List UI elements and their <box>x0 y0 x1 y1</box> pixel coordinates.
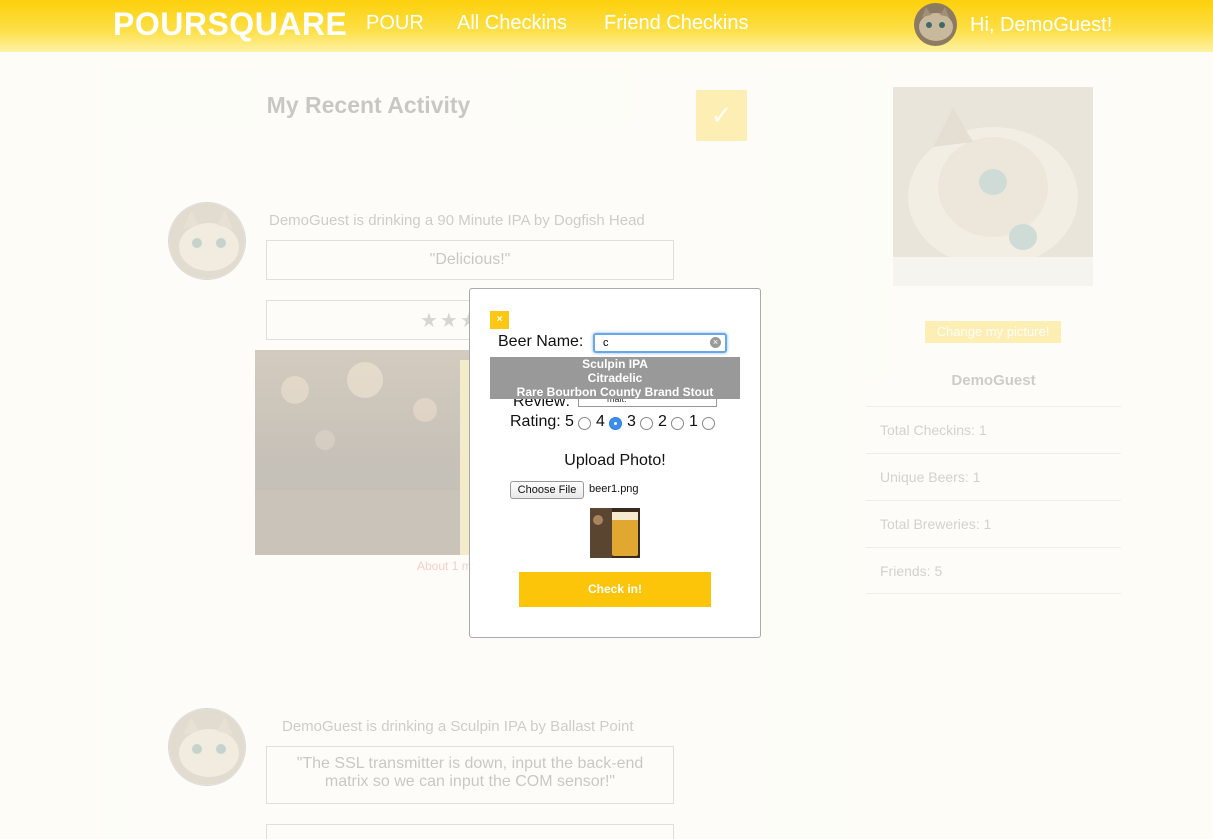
close-modal-button[interactable]: × <box>490 311 509 329</box>
stat-unique-beers: Unique Beers: 1 <box>866 453 1121 500</box>
check-in-button[interactable]: Check in! <box>519 572 711 607</box>
suggestion-item[interactable]: Sculpin IPA <box>490 357 740 371</box>
rating-value-label: 3 <box>627 413 636 430</box>
upload-photo-label: Upload Photo! <box>564 452 666 469</box>
rating-value-label: 5 <box>565 413 574 430</box>
rating-radio-4[interactable] <box>609 417 622 430</box>
new-checkin-button[interactable]: ✓ <box>696 90 747 141</box>
nav-link-pour[interactable]: POUR <box>366 12 424 35</box>
profile-username: DemoGuest <box>951 372 1036 389</box>
card-avatar <box>168 202 246 280</box>
brand-logo[interactable]: POURSQUARE <box>113 6 347 43</box>
suggestion-item[interactable]: Rare Bourbon County Brand Stout <box>490 385 740 399</box>
rating-label: Rating: <box>510 413 561 430</box>
top-navbar: POURSQUARE POUR All Checkins Friend Chec… <box>0 0 1213 52</box>
checkin-review: "Delicious!" <box>266 240 674 280</box>
profile-sidebar: Change my picture! DemoGuest Total Check… <box>866 72 1121 594</box>
rating-radio-3[interactable] <box>640 417 653 430</box>
stat-friends: Friends: 5 <box>866 547 1121 594</box>
profile-photo <box>893 87 1093 286</box>
nav-link-friend-checkins[interactable]: Friend Checkins <box>604 12 749 35</box>
nav-link-all-checkins[interactable]: All Checkins <box>457 12 567 35</box>
checkin-headline: DemoGuest is drinking a 90 Minute IPA by… <box>269 212 645 229</box>
rating-radio-1[interactable] <box>702 417 715 430</box>
stat-total-checkins: Total Checkins: 1 <box>866 406 1121 453</box>
beer-name-input[interactable]: c × <box>593 333 727 353</box>
selected-file-name: beer1.png <box>589 483 639 495</box>
checkin-rating-box <box>266 824 674 839</box>
photo-preview-thumbnail <box>590 508 640 558</box>
choose-file-button[interactable]: Choose File <box>510 481 584 499</box>
rating-radio-2[interactable] <box>671 417 684 430</box>
rating-value-label: 2 <box>658 413 667 430</box>
checkin-headline: DemoGuest is drinking a Sculpin IPA by B… <box>282 718 634 735</box>
change-picture-button[interactable]: Change my picture! <box>925 321 1061 343</box>
beer-name-label: Beer Name: <box>498 333 584 350</box>
user-avatar[interactable] <box>914 3 957 46</box>
rating-radio-5[interactable] <box>578 417 591 430</box>
checkin-timestamp: About 1 m <box>417 559 472 573</box>
user-greeting[interactable]: Hi, DemoGuest! <box>970 14 1112 37</box>
card-avatar <box>168 708 246 786</box>
checkin-modal: × Beer Name: c × Review: malt. Sculpin I… <box>469 288 761 638</box>
rating-value-label: 1 <box>689 413 698 430</box>
checkin-review: "The SSL transmitter is down, input the … <box>266 746 674 804</box>
stat-total-breweries: Total Breweries: 1 <box>866 500 1121 547</box>
suggestion-item[interactable]: Citradelic <box>490 371 740 385</box>
clear-input-icon[interactable]: × <box>710 337 721 348</box>
checkin-photo <box>255 350 505 555</box>
autocomplete-dropdown: Sculpin IPA Citradelic Rare Bourbon Coun… <box>490 357 740 399</box>
rating-value-label: 4 <box>596 413 605 430</box>
